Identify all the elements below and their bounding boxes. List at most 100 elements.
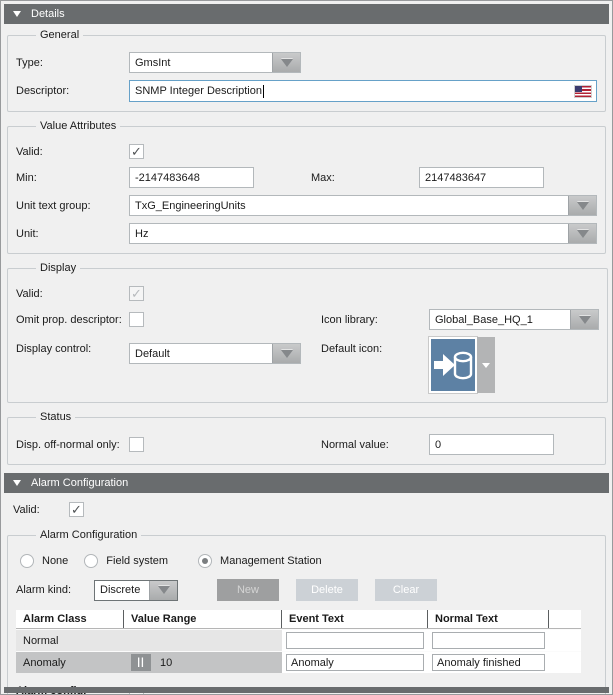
alarm-kind-row: Alarm kind: Discrete New Delete Clear xyxy=(16,579,597,601)
group-general: General Type: GmsInt Descriptor: SNMP In… xyxy=(7,29,606,112)
radio-circle-icon xyxy=(20,554,34,568)
cell-empty xyxy=(549,652,581,673)
display-control-label: Display control: xyxy=(16,343,129,355)
descriptor-row: Descriptor: SNMP Integer Description xyxy=(16,80,597,102)
cell-value-range: || 10 xyxy=(124,652,282,673)
cell-normal-text: Anomaly finished xyxy=(428,652,549,673)
section-title-details: Details xyxy=(31,8,65,20)
icon-library-dropdown[interactable]: Global_Base_HQ_1 xyxy=(429,309,599,330)
default-icon-picker[interactable] xyxy=(429,337,495,393)
section-header-alarm-configuration[interactable]: Alarm Configuration xyxy=(4,473,609,493)
unit-row: Unit: Hz xyxy=(16,223,597,244)
header-normal-text: Normal Text xyxy=(428,610,549,628)
normal-value-input[interactable]: 0 xyxy=(429,434,554,455)
unit-text-group-value: TxG_EngineeringUnits xyxy=(130,196,568,215)
dropdown-arrow-icon[interactable] xyxy=(272,53,300,72)
descriptor-input[interactable]: SNMP Integer Description xyxy=(129,80,597,102)
default-icon-label: Default icon: xyxy=(321,343,429,355)
group-display-legend: Display xyxy=(36,262,80,274)
collapsed-section-bar[interactable] xyxy=(4,687,609,693)
descriptor-value: SNMP Integer Description xyxy=(135,85,262,97)
omit-descriptor-checkbox[interactable] xyxy=(129,312,144,327)
type-dropdown[interactable]: GmsInt xyxy=(129,52,301,73)
alarm-valid-checkbox[interactable] xyxy=(69,502,84,517)
header-value-range: Value Range xyxy=(124,610,282,628)
table-row-anomaly[interactable]: Anomaly || 10 Anomaly Anomaly finished xyxy=(16,652,581,673)
omit-icon-library-row: Omit prop. descriptor: Icon library: Glo… xyxy=(16,309,599,330)
alarm-kind-dropdown[interactable]: Discrete xyxy=(94,580,178,601)
type-dropdown-value: GmsInt xyxy=(130,53,272,72)
unit-text-group-dropdown[interactable]: TxG_EngineeringUnits xyxy=(129,195,597,216)
max-label: Max: xyxy=(311,172,419,184)
dropdown-arrow-icon[interactable] xyxy=(149,581,177,600)
radio-management-station-label: Management Station xyxy=(220,555,322,567)
min-input[interactable]: -2147483648 xyxy=(129,167,254,188)
max-input[interactable]: 2147483647 xyxy=(419,167,544,188)
dropdown-arrow-icon[interactable] xyxy=(568,196,596,215)
unit-label: Unit: xyxy=(16,228,129,240)
radio-none-label: None xyxy=(42,555,68,567)
valid-checkbox[interactable] xyxy=(129,144,144,159)
header-alarm-class: Alarm Class xyxy=(16,610,124,628)
icon-library-label: Icon library: xyxy=(321,314,429,326)
collapse-triangle-icon xyxy=(13,11,21,17)
unit-dropdown[interactable]: Hz xyxy=(129,223,597,244)
dropdown-arrow-icon[interactable] xyxy=(272,344,300,363)
delete-button[interactable]: Delete xyxy=(296,579,358,601)
normal-text-input[interactable]: Anomaly finished xyxy=(432,654,545,671)
omit-descriptor-label: Omit prop. descriptor: xyxy=(16,314,129,326)
text-caret xyxy=(263,85,264,98)
alarm-class-table: Alarm Class Value Range Event Text Norma… xyxy=(16,610,581,673)
group-value-attributes-legend: Value Attributes xyxy=(36,120,120,132)
cell-event-text xyxy=(282,630,428,651)
display-control-dropdown[interactable]: Default xyxy=(129,343,301,364)
alarm-table-header: Alarm Class Value Range Event Text Norma… xyxy=(16,610,581,629)
event-text-input[interactable] xyxy=(286,632,424,649)
cell-normal-text xyxy=(428,630,549,651)
display-control-row: Display control: Default Default icon: xyxy=(16,337,599,393)
min-value: -2147483648 xyxy=(135,172,200,184)
radio-none[interactable]: None xyxy=(20,554,68,568)
normal-value-label: Normal value: xyxy=(321,439,429,451)
valid-row: Valid: xyxy=(16,143,597,160)
disp-off-normal-label: Disp. off-normal only: xyxy=(16,439,129,451)
group-value-attributes: Value Attributes Valid: Min: -2147483648… xyxy=(7,120,606,254)
properties-panel: Details General Type: GmsInt Descriptor:… xyxy=(0,0,613,695)
section-header-details[interactable]: Details xyxy=(4,4,609,24)
normal-text-input[interactable] xyxy=(432,632,545,649)
group-display: Display Valid: Omit prop. descriptor: Ic… xyxy=(7,262,608,403)
new-button[interactable]: New xyxy=(217,579,279,601)
event-text-input[interactable]: Anomaly xyxy=(286,654,424,671)
radio-circle-icon xyxy=(84,554,98,568)
alarm-valid-row: Valid: xyxy=(1,502,612,517)
value-range-operator-button[interactable]: || xyxy=(131,654,151,671)
cell-empty xyxy=(549,630,581,651)
checkmark-icon xyxy=(131,145,142,158)
group-alarm-configuration: Alarm Configuration None Field system Ma… xyxy=(7,529,606,695)
unit-value: Hz xyxy=(130,224,568,243)
display-control-value: Default xyxy=(130,344,272,363)
value-range-value: 10 xyxy=(160,657,172,669)
dropdown-arrow-icon[interactable] xyxy=(568,224,596,243)
clear-button[interactable]: Clear xyxy=(375,579,437,601)
icon-picker-arrow-icon[interactable] xyxy=(477,337,495,393)
group-status-legend: Status xyxy=(36,411,75,423)
cell-value-range xyxy=(124,630,282,651)
radio-management-station[interactable]: Management Station xyxy=(198,554,322,568)
collapse-triangle-icon xyxy=(13,480,21,486)
disp-off-normal-checkbox[interactable] xyxy=(129,437,144,452)
checkmark-icon xyxy=(71,503,82,516)
normal-value: 0 xyxy=(435,439,441,451)
group-alarm-configuration-legend: Alarm Configuration xyxy=(36,529,141,541)
icon-library-value: Global_Base_HQ_1 xyxy=(430,310,570,329)
table-row-normal[interactable]: Normal xyxy=(16,630,581,651)
radio-field-system-label: Field system xyxy=(106,555,168,567)
cell-alarm-class: Normal xyxy=(16,630,124,651)
dropdown-arrow-icon[interactable] xyxy=(570,310,598,329)
arrow-to-database-icon[interactable] xyxy=(429,337,477,393)
radio-field-system[interactable]: Field system xyxy=(84,554,168,568)
alarm-kind-label: Alarm kind: xyxy=(16,584,94,596)
alarm-kind-value: Discrete xyxy=(95,581,149,600)
min-label: Min: xyxy=(16,172,129,184)
us-flag-icon[interactable] xyxy=(575,86,591,97)
